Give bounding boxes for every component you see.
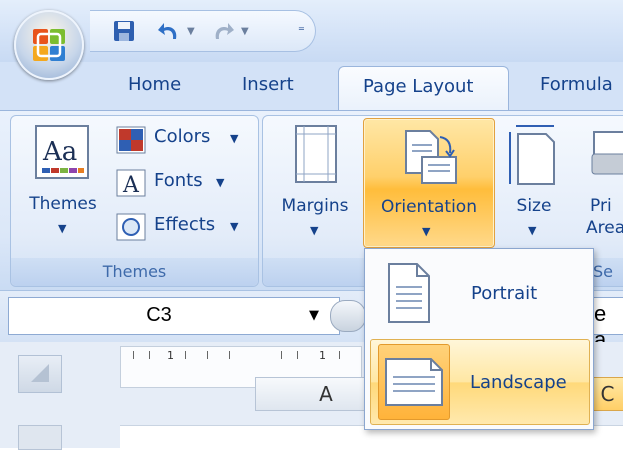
portrait-icon [388, 263, 430, 323]
margins-button[interactable]: Margins ▼ [272, 118, 358, 246]
name-box-dropdown-arrow-icon[interactable]: ▼ [309, 308, 319, 323]
margins-label: Margins [281, 196, 349, 216]
ruler-mark: 1 [319, 349, 326, 362]
size-label: Size [516, 196, 552, 216]
effects-button[interactable]: Effects ▼ [116, 212, 248, 242]
ruler-mark: 1 [167, 349, 174, 362]
save-icon[interactable] [112, 19, 136, 43]
colors-icon [116, 126, 146, 154]
office-logo-icon [33, 29, 65, 61]
size-button[interactable]: Size ▼ [500, 118, 568, 246]
margins-icon [295, 125, 337, 183]
themes-group-label: Themes [11, 258, 258, 286]
name-box[interactable]: C3 ▼ [8, 297, 340, 335]
fonts-dropdown-arrow-icon: ▼ [216, 176, 225, 189]
fonts-label: Fonts [154, 170, 203, 191]
row-header[interactable] [18, 425, 62, 450]
svg-text:A: A [122, 173, 140, 197]
select-all-button[interactable] [18, 355, 62, 393]
office-button[interactable] [14, 10, 84, 80]
print-area-label-line1: Pri [590, 196, 612, 216]
size-dropdown-arrow-icon: ▼ [528, 224, 537, 237]
landscape-label: Landscape [470, 372, 567, 393]
redo-icon[interactable] [210, 19, 236, 43]
ruler-tick [281, 351, 282, 359]
customize-toolbar-icon[interactable]: ⁼ [298, 24, 305, 39]
ruler-tick [339, 351, 340, 359]
themes-label: Themes [29, 194, 97, 214]
ruler-tick [149, 351, 150, 359]
ruler-tick [185, 351, 186, 359]
themes-button[interactable]: Aa Themes ▼ [20, 118, 106, 246]
landscape-icon [385, 358, 443, 406]
colors-button[interactable]: Colors ▼ [116, 124, 248, 154]
colors-label: Colors [154, 126, 211, 147]
svg-text:Aa: Aa [42, 137, 77, 167]
themes-icon: Aa [35, 125, 89, 179]
margins-dropdown-arrow-icon: ▼ [310, 224, 319, 237]
colors-dropdown-arrow-icon: ▼ [230, 132, 239, 145]
redo-dropdown-arrow-icon[interactable]: ▼ [241, 26, 249, 37]
tab-home[interactable]: Home [128, 74, 181, 95]
ribbon-tab-bar: Home Insert Formula [0, 62, 623, 110]
orientation-dropdown-arrow-icon: ▼ [422, 225, 431, 238]
ruler-tick [133, 351, 134, 359]
fonts-icon: A [116, 169, 146, 197]
effects-label: Effects [154, 214, 216, 235]
landscape-icon-frame [378, 344, 450, 420]
portrait-label: Portrait [471, 283, 538, 304]
tab-page-layout-label: Page Layout [363, 76, 474, 97]
tab-insert[interactable]: Insert [242, 74, 294, 95]
effects-icon [116, 213, 146, 241]
ruler-tick [229, 351, 230, 359]
themes-dropdown-arrow-icon: ▼ [58, 222, 67, 235]
orientation-button[interactable]: Orientation ▼ [363, 118, 495, 248]
undo-dropdown-arrow-icon[interactable]: ▼ [187, 26, 195, 37]
column-header-c[interactable]: C [590, 377, 623, 411]
quick-access-toolbar: ▼ ▼ ⁼ [90, 10, 316, 52]
select-all-triangle-icon [31, 364, 49, 382]
print-area-button[interactable]: Pri Area [580, 118, 623, 246]
formula-bar-button[interactable] [330, 300, 366, 332]
menu-item-portrait[interactable]: Portrait [365, 249, 593, 337]
undo-icon[interactable] [156, 19, 182, 43]
orientation-icon [405, 130, 457, 184]
tab-formulas[interactable]: Formula [540, 74, 613, 95]
effects-dropdown-arrow-icon: ▼ [230, 220, 239, 233]
print-area-icon [591, 131, 623, 175]
name-box-value: C3 [146, 304, 172, 326]
size-icon [509, 125, 555, 185]
print-area-label-line2: Area [586, 218, 623, 238]
ruler-tick [207, 351, 208, 359]
ruler-tick [297, 351, 298, 359]
orientation-label: Orientation [381, 197, 477, 217]
fonts-button[interactable]: A Fonts ▼ [116, 168, 248, 198]
